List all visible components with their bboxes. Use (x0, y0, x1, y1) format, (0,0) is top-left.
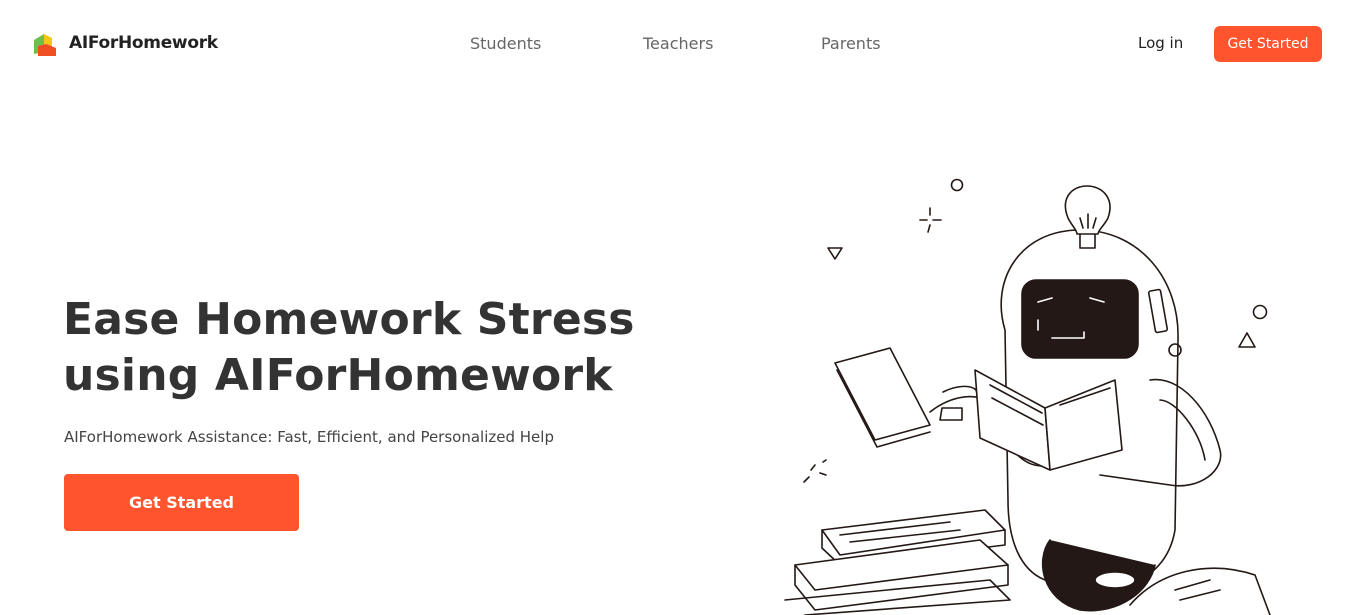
hero-title: Ease Homework Stress using AIForHomework (63, 292, 683, 404)
header-get-started-button[interactable]: Get Started (1214, 26, 1322, 62)
robot-reading-illustration (780, 170, 1300, 615)
login-link[interactable]: Log in (1138, 34, 1183, 52)
nav-parents[interactable]: Parents (821, 34, 881, 53)
hero-title-line-2: using AIForHomework (63, 350, 613, 401)
hero-get-started-button[interactable]: Get Started (64, 474, 299, 531)
nav-students[interactable]: Students (470, 34, 541, 53)
top-nav: AIForHomework Students Teachers Parents … (0, 0, 1354, 88)
nav-teachers[interactable]: Teachers (643, 34, 713, 53)
brand-name: AIForHomework (69, 33, 218, 53)
hero-title-line-1: Ease Homework Stress (63, 294, 635, 345)
hero-subtitle: AIForHomework Assistance: Fast, Efficien… (64, 428, 554, 446)
brand[interactable]: AIForHomework (32, 30, 218, 56)
logo-icon (32, 30, 58, 56)
